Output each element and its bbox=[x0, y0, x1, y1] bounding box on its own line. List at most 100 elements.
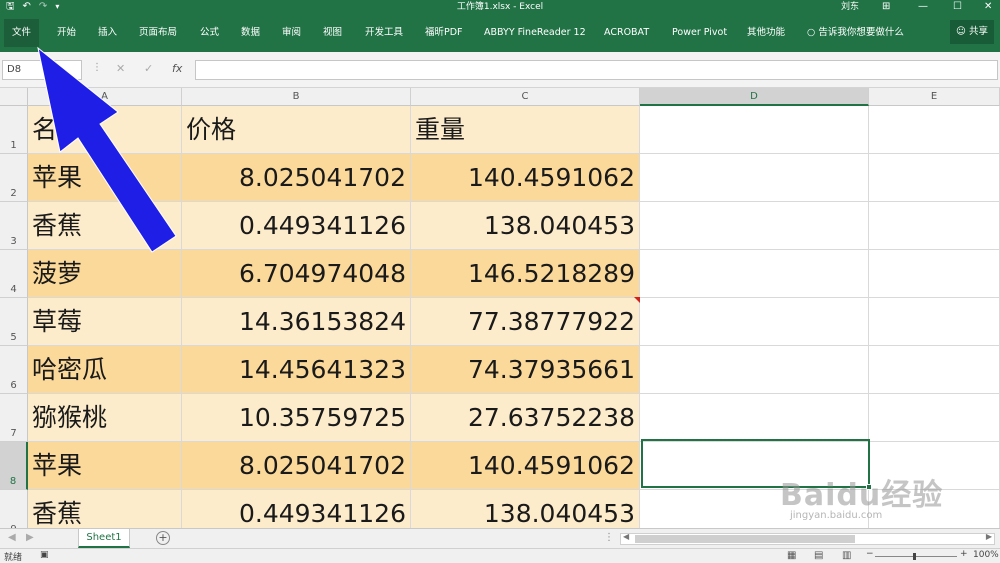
scroll-right-icon[interactable]: ▶ bbox=[986, 532, 992, 541]
cell-d7[interactable] bbox=[640, 394, 869, 442]
prev-sheet-icon[interactable]: ◀ bbox=[8, 532, 16, 543]
cell-e6[interactable] bbox=[869, 346, 1000, 394]
column-header-c[interactable]: C bbox=[411, 88, 640, 106]
cell-e5[interactable] bbox=[869, 298, 1000, 346]
row-header[interactable]: 9 bbox=[0, 490, 28, 528]
formula-input[interactable] bbox=[195, 60, 998, 80]
cell-d3[interactable] bbox=[640, 202, 869, 250]
cell-b7[interactable]: 10.35759725 bbox=[182, 394, 411, 442]
cell-a9[interactable]: 香蕉 bbox=[28, 490, 182, 528]
column-header-e[interactable]: E bbox=[869, 88, 1000, 106]
tab-foxit-pdf[interactable]: 福昕PDF bbox=[425, 26, 463, 40]
tab-view[interactable]: 视图 bbox=[323, 26, 342, 40]
cell-c3[interactable]: 138.040453 bbox=[411, 202, 640, 250]
row-header[interactable]: 7 bbox=[0, 394, 28, 442]
cell-c4[interactable]: 146.5218289 bbox=[411, 250, 640, 298]
cancel-icon[interactable]: ✕ bbox=[116, 62, 125, 76]
name-box[interactable]: D8 bbox=[2, 60, 82, 80]
tab-developer[interactable]: 开发工具 bbox=[365, 26, 403, 40]
tell-me-search[interactable]: ○ 告诉我你想要做什么 bbox=[807, 26, 904, 40]
cell-d4[interactable] bbox=[640, 250, 869, 298]
zoom-out-button[interactable]: − bbox=[866, 549, 874, 559]
cell-b4[interactable]: 6.704974048 bbox=[182, 250, 411, 298]
cell-c6[interactable]: 74.37935661 bbox=[411, 346, 640, 394]
cell-a4[interactable]: 菠萝 bbox=[28, 250, 182, 298]
tab-data[interactable]: 数据 bbox=[241, 26, 260, 40]
cell-d6[interactable] bbox=[640, 346, 869, 394]
select-all-corner[interactable] bbox=[0, 88, 28, 106]
cell-a2[interactable]: 苹果 bbox=[28, 154, 182, 202]
cell-c9[interactable]: 138.040453 bbox=[411, 490, 640, 528]
tab-other[interactable]: 其他功能 bbox=[747, 26, 785, 40]
cell-e1[interactable] bbox=[869, 106, 1000, 154]
scroll-left-icon[interactable]: ◀ bbox=[623, 532, 629, 541]
share-button[interactable]: ☺ 共享 bbox=[950, 20, 994, 44]
cell-e4[interactable] bbox=[869, 250, 1000, 298]
zoom-slider-knob[interactable] bbox=[913, 553, 916, 560]
restore-button[interactable]: ☐ bbox=[953, 0, 962, 13]
cell-a7[interactable]: 猕猴桃 bbox=[28, 394, 182, 442]
cell-c5[interactable]: 77.38777922 bbox=[411, 298, 640, 346]
tab-power-pivot[interactable]: Power Pivot bbox=[672, 26, 727, 40]
sheet-tab-sheet1[interactable]: Sheet1 bbox=[78, 529, 130, 548]
row-header[interactable]: 1 bbox=[0, 106, 28, 154]
row-header[interactable]: 8 bbox=[0, 442, 28, 490]
zoom-in-button[interactable]: + bbox=[960, 549, 968, 559]
row-header[interactable]: 4 bbox=[0, 250, 28, 298]
enter-icon[interactable]: ✓ bbox=[144, 62, 153, 76]
cell-e2[interactable] bbox=[869, 154, 1000, 202]
tab-formulas[interactable]: 公式 bbox=[200, 26, 219, 40]
cell-a3[interactable]: 香蕉 bbox=[28, 202, 182, 250]
cell-d1[interactable] bbox=[640, 106, 869, 154]
zoom-slider[interactable] bbox=[875, 553, 957, 560]
tabs-splitter-icon[interactable]: ⋮ bbox=[604, 532, 614, 543]
worksheet-grid[interactable]: A B C D E 1 名字 价格 重量 2 苹果 8.025041702 140.45910… bbox=[0, 88, 1000, 528]
cell-b3[interactable]: 0.449341126 bbox=[182, 202, 411, 250]
ribbon-display-icon[interactable]: ⊞ bbox=[882, 0, 890, 13]
cell-a1[interactable]: 名字 bbox=[28, 106, 182, 154]
cell-e3[interactable] bbox=[869, 202, 1000, 250]
row-header[interactable]: 2 bbox=[0, 154, 28, 202]
column-header-d[interactable]: D bbox=[640, 88, 869, 106]
column-header-a[interactable]: A bbox=[28, 88, 182, 106]
cell-d2[interactable] bbox=[640, 154, 869, 202]
user-name[interactable]: 刘东 bbox=[841, 1, 859, 13]
tab-file[interactable]: 文件 bbox=[4, 19, 40, 47]
cell-c2[interactable]: 140.4591062 bbox=[411, 154, 640, 202]
minimize-button[interactable]: — bbox=[918, 0, 928, 13]
insert-function-icon[interactable]: fx bbox=[172, 62, 182, 76]
cell-a8[interactable]: 苹果 bbox=[28, 442, 182, 490]
cell-a6[interactable]: 哈密瓜 bbox=[28, 346, 182, 394]
cell-c7[interactable]: 27.63752238 bbox=[411, 394, 640, 442]
page-layout-view-icon[interactable]: ▤ bbox=[814, 550, 823, 561]
cell-b8[interactable]: 8.025041702 bbox=[182, 442, 411, 490]
cell-c8[interactable]: 140.4591062 bbox=[411, 442, 640, 490]
horizontal-scrollbar[interactable]: ◀ ▶ bbox=[620, 532, 995, 545]
cell-b6[interactable]: 14.45641323 bbox=[182, 346, 411, 394]
column-header-b[interactable]: B bbox=[182, 88, 411, 106]
zoom-level[interactable]: 100% bbox=[973, 550, 999, 560]
tab-page-layout[interactable]: 页面布局 bbox=[139, 26, 177, 40]
next-sheet-icon[interactable]: ▶ bbox=[26, 532, 34, 543]
cell-b5[interactable]: 14.36153824 bbox=[182, 298, 411, 346]
cell-d5[interactable] bbox=[640, 298, 869, 346]
cell-b1[interactable]: 价格 bbox=[182, 106, 411, 154]
row-header[interactable]: 5 bbox=[0, 298, 28, 346]
row-header[interactable]: 3 bbox=[0, 202, 28, 250]
cell-c1[interactable]: 重量 bbox=[411, 106, 640, 154]
tab-review[interactable]: 审阅 bbox=[282, 26, 301, 40]
tab-insert[interactable]: 插入 bbox=[98, 26, 117, 40]
tab-home[interactable]: 开始 bbox=[57, 26, 76, 40]
close-button[interactable]: ✕ bbox=[984, 0, 992, 13]
cell-a5[interactable]: 草莓 bbox=[28, 298, 182, 346]
cell-b2[interactable]: 8.025041702 bbox=[182, 154, 411, 202]
normal-view-icon[interactable]: ▦ bbox=[787, 550, 796, 561]
row-header[interactable]: 6 bbox=[0, 346, 28, 394]
horizontal-scroll-thumb[interactable] bbox=[635, 535, 855, 543]
add-sheet-button[interactable]: + bbox=[156, 531, 170, 545]
tab-abbyy[interactable]: ABBYY FineReader 12 bbox=[484, 26, 586, 40]
cell-e7[interactable] bbox=[869, 394, 1000, 442]
tab-acrobat[interactable]: ACROBAT bbox=[604, 26, 649, 40]
cell-b9[interactable]: 0.449341126 bbox=[182, 490, 411, 528]
page-break-view-icon[interactable]: ▥ bbox=[842, 550, 851, 561]
